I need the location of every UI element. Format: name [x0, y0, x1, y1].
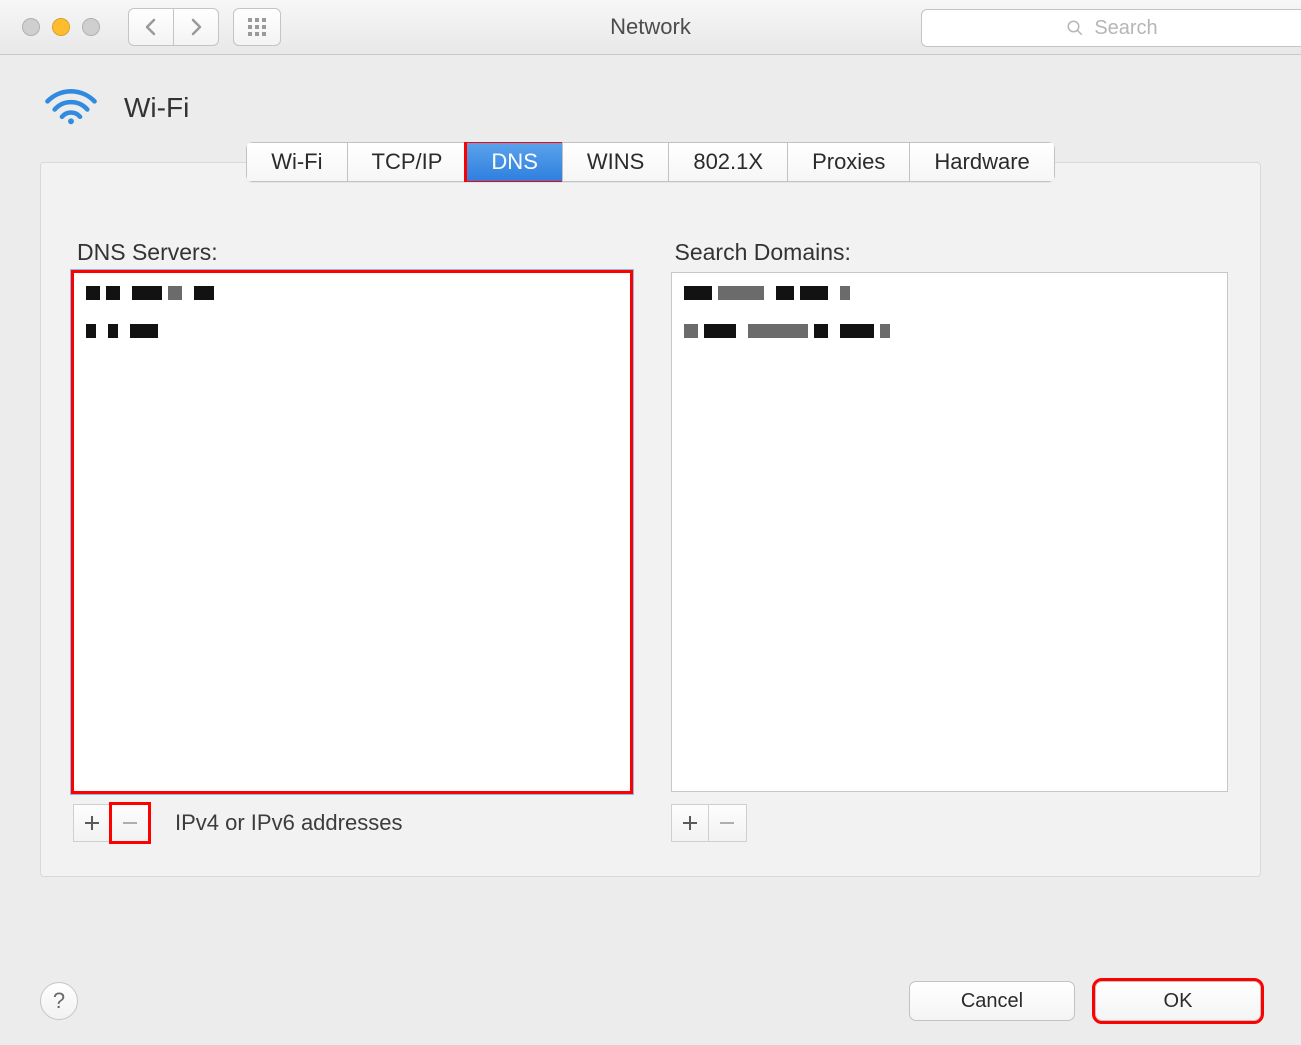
dns-servers-title: DNS Servers: [77, 239, 631, 266]
dns-footer-note: IPv4 or IPv6 addresses [175, 810, 402, 836]
plus-icon [83, 814, 101, 832]
zoom-window-button[interactable] [82, 18, 100, 36]
close-window-button[interactable] [22, 18, 40, 36]
dns-servers-column: DNS Servers: [73, 239, 631, 842]
domain-add-button[interactable] [671, 804, 709, 842]
grid-icon [248, 18, 266, 36]
back-button[interactable] [128, 8, 173, 46]
wifi-icon [42, 85, 100, 130]
tab-dns[interactable]: DNS [466, 142, 561, 182]
plus-icon [681, 814, 699, 832]
ok-button[interactable]: OK [1095, 981, 1261, 1021]
domain-remove-button[interactable] [709, 804, 747, 842]
cancel-button[interactable]: Cancel [909, 981, 1075, 1021]
search-icon [1066, 19, 1084, 37]
minus-icon [718, 814, 736, 832]
tab-hardware[interactable]: Hardware [909, 142, 1054, 182]
tab-wifi[interactable]: Wi-Fi [246, 142, 346, 182]
forward-button[interactable] [173, 8, 219, 46]
tab-tcpip[interactable]: TCP/IP [347, 142, 467, 182]
search-placeholder: Search [1094, 17, 1157, 40]
interface-name: Wi-Fi [124, 92, 189, 124]
list-item[interactable] [74, 311, 630, 349]
footer: ? Cancel OK [0, 957, 1301, 1045]
list-item[interactable] [672, 273, 1228, 311]
search-field-wrap: Search [921, 9, 1301, 45]
list-item[interactable] [74, 273, 630, 311]
question-mark-icon: ? [53, 988, 65, 1014]
dns-servers-list[interactable] [73, 272, 631, 792]
tab-8021x[interactable]: 802.1X [668, 142, 787, 182]
search-field[interactable]: Search [921, 9, 1301, 47]
show-all-button[interactable] [233, 8, 281, 46]
tab-proxies[interactable]: Proxies [787, 142, 909, 182]
dns-remove-button[interactable] [111, 804, 149, 842]
list-item[interactable] [672, 311, 1228, 349]
minus-icon [121, 814, 139, 832]
interface-header: Wi-Fi [0, 55, 1301, 140]
search-domains-title: Search Domains: [675, 239, 1229, 266]
minimize-window-button[interactable] [52, 18, 70, 36]
window-controls [22, 18, 100, 36]
tab-wins[interactable]: WINS [562, 142, 668, 182]
settings-panel: DNS Servers: [40, 162, 1261, 877]
nav-buttons [128, 8, 219, 46]
chevron-right-icon [189, 18, 203, 36]
help-button[interactable]: ? [40, 982, 78, 1020]
search-domains-column: Search Domains: [671, 239, 1229, 842]
chevron-left-icon [144, 18, 158, 36]
dns-add-button[interactable] [73, 804, 111, 842]
titlebar: Network Search [0, 0, 1301, 55]
search-domains-list[interactable] [671, 272, 1229, 792]
